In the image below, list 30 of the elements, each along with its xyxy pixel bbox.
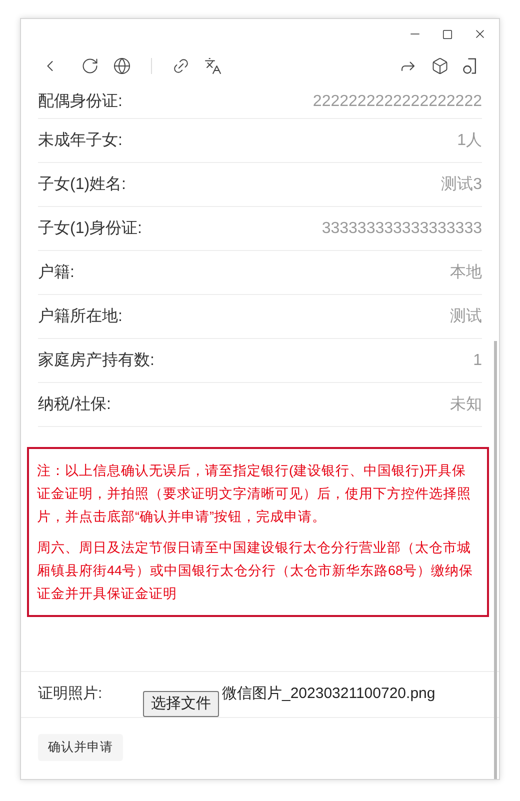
close-icon[interactable] [473, 27, 487, 41]
field-value: 2222222222222222222 [312, 92, 482, 112]
mini-window-icon[interactable] [461, 57, 479, 75]
field-value: 333333333333333333 [322, 218, 482, 238]
confirm-apply-button[interactable]: 确认并申请 [38, 734, 123, 761]
refresh-icon[interactable] [81, 57, 99, 75]
field-label: 家庭房产持有数: [38, 350, 154, 370]
field-label: 子女(1)身份证: [38, 218, 142, 238]
photo-label: 证明照片: [38, 684, 104, 704]
notice-text: 注：以上信息确认无误后，请至指定银行(建设银行、中国银行)开具保证金证明，并拍照（要求证明文字清晰可见）后，使用下方控件选择照片，并点击底部“确认并申请”按钮，完成申请。 [37, 462, 472, 526]
globe-icon[interactable] [113, 57, 131, 75]
field-value: 1 [473, 350, 482, 370]
notice-text: 周六、周日及法定节假日请至中国建设银行太仓分行营业部（太仓市城厢镇县府街44号）或中国银行太仓分行（太仓市新华东路68号）缴纳保证金并开具保证金证明 [37, 539, 474, 603]
field-label: 子女(1)姓名: [38, 174, 126, 194]
field-value: 本地 [450, 262, 482, 282]
field-value: 1人 [457, 130, 482, 150]
choose-file-button[interactable]: 选择文件 [143, 691, 219, 717]
field-value: 未知 [450, 394, 482, 414]
cube-icon[interactable] [431, 57, 449, 75]
field-label: 未成年子女: [38, 130, 122, 150]
scrollbar[interactable] [494, 341, 497, 779]
field-value: 测试 [450, 306, 482, 326]
translate-icon[interactable] [204, 57, 222, 75]
field-label: 配偶身份证: [38, 92, 122, 112]
file-name: 微信图片_20230321100720.png [222, 684, 436, 704]
field-label: 纳税/社保: [38, 394, 111, 414]
field-label: 户籍所在地: [38, 306, 122, 326]
field-value: 测试3 [441, 174, 482, 194]
field-label: 户籍: [38, 262, 74, 282]
maximize-icon[interactable] [442, 28, 453, 40]
